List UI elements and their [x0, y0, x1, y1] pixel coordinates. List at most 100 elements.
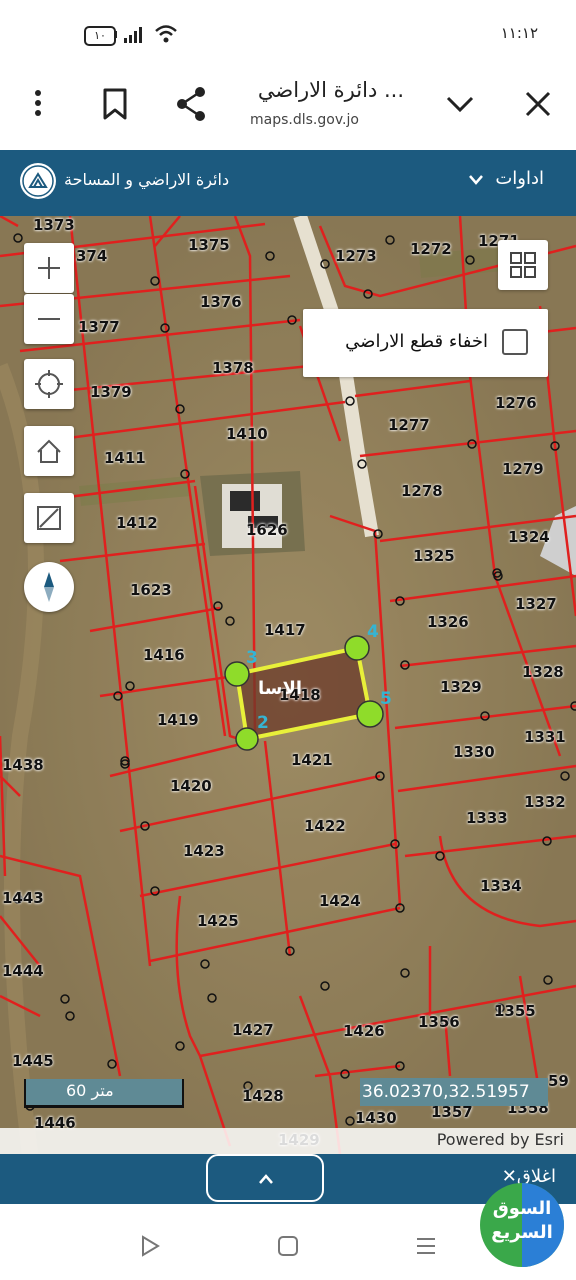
- scale-label: 60 متر: [66, 1081, 114, 1100]
- parcel-number: 1331: [524, 728, 566, 746]
- wifi-icon: [155, 25, 177, 43]
- zoom-in-button[interactable]: [24, 243, 74, 293]
- parcel-number: 1421: [291, 751, 333, 769]
- grid-icon: [510, 252, 536, 278]
- vertex-label: 2: [257, 713, 269, 733]
- hide-parcels-toggle[interactable]: اخفاء قطع الاراضي: [303, 309, 548, 377]
- more-options-icon[interactable]: [18, 84, 58, 124]
- battery-icon: ١٠: [84, 26, 116, 46]
- parcel-number: 1420: [170, 777, 212, 795]
- parcel-number: 1332: [524, 793, 566, 811]
- parcel-number: 1425: [197, 912, 239, 930]
- map-view[interactable]: الاسا 2 3 4 5 13733741375127312721271137…: [0, 216, 576, 1154]
- vertex-label: 3: [246, 648, 258, 668]
- parcel-number: 1430: [355, 1109, 397, 1127]
- parcel-number: 1444: [2, 962, 44, 980]
- parcel-number: 1379: [90, 383, 132, 401]
- parcel-number: 1326: [427, 613, 469, 631]
- parcel-number: 1416: [143, 646, 185, 664]
- parcel-number: 1426: [343, 1022, 385, 1040]
- parcel-number: 1327: [515, 595, 557, 613]
- parcel-number: 1328: [522, 663, 564, 681]
- parcel-number: 1277: [388, 416, 430, 434]
- esri-attribution: Powered by Esri: [436, 1130, 564, 1149]
- parcel-number: 1423: [183, 842, 225, 860]
- parcel-number: 1443: [2, 889, 44, 907]
- hide-parcels-label: اخفاء قطع الاراضي: [345, 331, 488, 352]
- back-triangle-icon[interactable]: [138, 1234, 162, 1258]
- parcel-number: 59: [548, 1072, 569, 1090]
- measure-icon: [37, 506, 61, 530]
- hide-parcels-checkbox[interactable]: [502, 329, 528, 355]
- bookmark-icon[interactable]: [95, 84, 135, 124]
- compass-button[interactable]: [24, 562, 74, 612]
- parcel-number: 1324: [508, 528, 550, 546]
- parcel-number: 1626: [246, 521, 288, 539]
- vertex-label: 5: [380, 689, 392, 709]
- parcel-number: 1377: [78, 318, 120, 336]
- vertex-label: 4: [367, 622, 379, 642]
- watermark-line2: السريع: [491, 1222, 553, 1243]
- page-url[interactable]: maps.dls.gov.jo: [250, 112, 359, 128]
- expand-panel-button[interactable]: [206, 1154, 324, 1202]
- parcel-number: 374: [76, 247, 108, 265]
- coordinates-readout: 36.02370,32.51957: [360, 1078, 548, 1106]
- locate-button[interactable]: [24, 359, 74, 409]
- page-title: دائرة الاراضي ...: [257, 78, 404, 102]
- parcel-number: 1378: [212, 359, 254, 377]
- parcel-number: 1445: [12, 1052, 54, 1070]
- parcel-number: 1428: [242, 1087, 284, 1105]
- parcel-number: 1272: [410, 240, 452, 258]
- parcel-number: 1356: [418, 1013, 460, 1031]
- plus-icon: [38, 257, 60, 279]
- watermark-logo: السوق السريع: [480, 1183, 564, 1267]
- parcel-number: 1375: [188, 236, 230, 254]
- parcel-number: 1438: [2, 756, 44, 774]
- selected-parcel-number[interactable]: 1418: [279, 686, 321, 704]
- parcel-number: 1333: [466, 809, 508, 827]
- home-icon: [37, 439, 61, 463]
- measure-button[interactable]: [24, 493, 74, 543]
- parcel-number: 1330: [453, 743, 495, 761]
- parcel-number: 1419: [157, 711, 199, 729]
- parcel-number: 1623: [130, 581, 172, 599]
- parcel-number: 1424: [319, 892, 361, 910]
- parcel-number: 1422: [304, 817, 346, 835]
- close-icon[interactable]: [518, 84, 558, 124]
- home-button[interactable]: [24, 426, 74, 476]
- parcel-number: 1373: [33, 216, 75, 234]
- battery-level: ١٠: [94, 29, 106, 42]
- parcel-number: 1325: [413, 547, 455, 565]
- status-bar: ١٠ ١١:١٢: [0, 0, 576, 70]
- parcel-number: 1411: [104, 449, 146, 467]
- parcel-number: 1276: [495, 394, 537, 412]
- compass-icon: [44, 572, 54, 602]
- recents-icon[interactable]: [414, 1234, 438, 1258]
- parcel-number: 1412: [116, 514, 158, 532]
- parcel-number: 1334: [480, 877, 522, 895]
- crosshair-icon: [35, 370, 63, 398]
- minus-icon: [38, 318, 60, 320]
- scale-bar: 60 متر: [24, 1079, 184, 1108]
- basemap-button[interactable]: [498, 240, 548, 290]
- org-name: دائرة الاراضي و المساحة: [64, 170, 230, 189]
- tools-menu[interactable]: اداوات: [495, 168, 544, 189]
- zoom-out-button[interactable]: [24, 294, 74, 344]
- share-icon[interactable]: [172, 84, 212, 124]
- attribution-bar: Powered by Esri: [0, 1128, 576, 1154]
- home-square-icon[interactable]: [276, 1234, 300, 1258]
- vertex-4[interactable]: [344, 635, 370, 661]
- signal-icon: [124, 27, 142, 43]
- dls-logo: [20, 163, 56, 199]
- parcel-number: 1410: [226, 425, 268, 443]
- parcel-number: 1273: [335, 247, 377, 265]
- app-header: دائرة الاراضي و المساحة اداوات: [0, 150, 576, 216]
- chevron-down-icon[interactable]: [468, 174, 484, 186]
- chevron-down-icon[interactable]: [440, 84, 480, 124]
- parcel-number: 1279: [502, 460, 544, 478]
- chevron-up-icon: [259, 1174, 273, 1184]
- parcel-number: 1427: [232, 1021, 274, 1039]
- browser-toolbar: دائرة الاراضي ... maps.dls.gov.jo: [0, 70, 576, 148]
- parcel-number: 1355: [494, 1002, 536, 1020]
- vertex-2[interactable]: [235, 727, 259, 751]
